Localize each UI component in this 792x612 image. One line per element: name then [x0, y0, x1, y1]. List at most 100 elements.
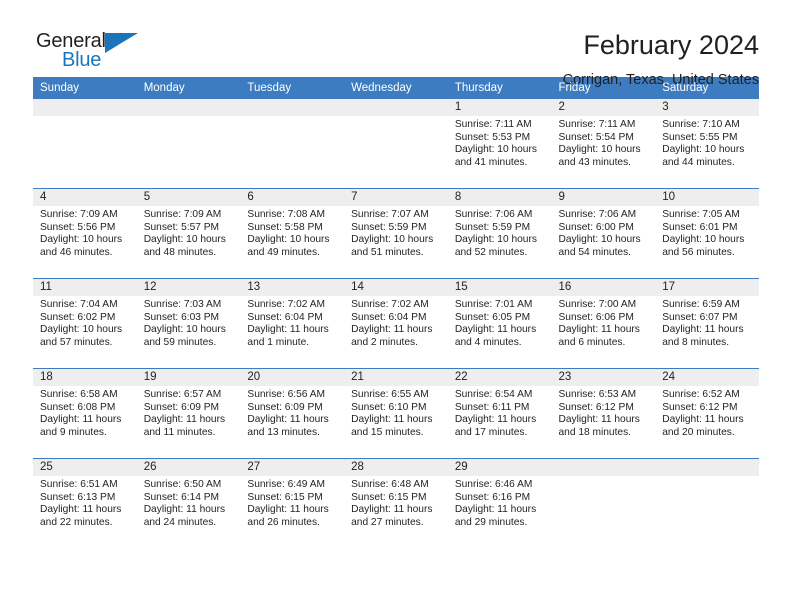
day-details: Sunrise: 7:01 AM Sunset: 6:05 PM Daylight:…	[448, 296, 552, 349]
daylight-text: Daylight: 10 hours and 41 minutes.	[454, 144, 537, 168]
calendar-day-cell[interactable]: 1 Sunrise: 7:11 AM Sunset: 5:53 PM Daylight…	[447, 99, 552, 189]
sunrise-text: Sunrise: 6:56 AM	[247, 389, 325, 400]
daylight-text: Daylight: 11 hours and 2 minutes.	[351, 324, 433, 348]
sunrise-text: Sunrise: 7:06 AM	[454, 209, 533, 220]
calendar-day-cell[interactable]: 25 Sunrise: 6:51 AM Sunset: 6:13 PM Dayligh…	[33, 458, 137, 548]
calendar-day-cell[interactable]: 2 Sunrise: 7:11 AM Sunset: 5:54 PM Daylight…	[551, 99, 656, 189]
calendar-day-cell[interactable]: 28 Sunrise: 6:48 AM Sunset: 6:15 PM Dayligh…	[344, 458, 448, 548]
calendar-day-cell[interactable]: 14 Sunrise: 7:02 AM Sunset: 6:04 PM Dayligh…	[344, 278, 448, 369]
sunrise-text: Sunrise: 7:09 AM	[40, 209, 118, 220]
calendar-day-cell[interactable]: 13 Sunrise: 7:02 AM Sunset: 6:04 PM Dayligh…	[240, 278, 345, 369]
title-block: February 2024 Corrigan, Texas, United St…	[141, 30, 759, 90]
day-details: Sunrise: 7:09 AM Sunset: 5:57 PM Daylight:…	[137, 206, 241, 259]
day-cell-inner: 1 Sunrise: 7:11 AM Sunset: 5:53 PM Daylight…	[447, 99, 552, 187]
calendar-day-cell[interactable]: 15 Sunrise: 7:01 AM Sunset: 6:05 PM Dayligh…	[447, 278, 552, 369]
calendar-day-cell[interactable]: 9 Sunrise: 7:06 AM Sunset: 6:00 PM Daylight…	[551, 188, 656, 279]
calendar-day-cell[interactable]: 6 Sunrise: 7:08 AM Sunset: 5:58 PM Daylight…	[240, 188, 345, 279]
day-number: 2	[551, 99, 656, 116]
sunrise-text: Sunrise: 7:06 AM	[558, 209, 637, 220]
daylight-text: Daylight: 11 hours and 8 minutes.	[662, 324, 744, 348]
sunrise-text: Sunrise: 7:02 AM	[351, 299, 429, 310]
day-details: Sunrise: 6:53 AM Sunset: 6:12 PM Daylight:…	[552, 386, 656, 439]
day-number: 14	[344, 279, 448, 296]
day-cell-inner: 16 Sunrise: 7:00 AM Sunset: 6:06 PM Dayligh…	[551, 279, 656, 367]
daylight-text: Daylight: 10 hours and 49 minutes.	[247, 234, 330, 258]
day-number: 3	[655, 99, 759, 116]
daylight-text: Daylight: 11 hours and 17 minutes.	[454, 414, 537, 438]
sunrise-text: Sunrise: 6:58 AM	[40, 389, 118, 400]
calendar-day-cell[interactable]: 17 Sunrise: 6:59 AM Sunset: 6:07 PM Dayligh…	[655, 278, 759, 369]
weekday-header-sunday: Sunday	[33, 77, 137, 99]
sunrise-text: Sunrise: 7:11 AM	[558, 119, 636, 130]
calendar-day-cell[interactable]: 22 Sunrise: 6:54 AM Sunset: 6:11 PM Dayligh…	[447, 368, 552, 459]
calendar-day-cell[interactable]: 23 Sunrise: 6:53 AM Sunset: 6:12 PM Dayligh…	[551, 368, 656, 459]
calendar-day-cell[interactable]: 26 Sunrise: 6:50 AM Sunset: 6:14 PM Dayligh…	[136, 458, 241, 548]
calendar-day-cell[interactable]: 29 Sunrise: 6:46 AM Sunset: 6:16 PM Dayligh…	[447, 458, 552, 548]
day-cell-inner: 27 Sunrise: 6:49 AM Sunset: 6:15 PM Dayligh…	[240, 459, 345, 547]
calendar-day-cell[interactable]: 16 Sunrise: 7:00 AM Sunset: 6:06 PM Dayligh…	[551, 278, 656, 369]
day-cell-inner: 22 Sunrise: 6:54 AM Sunset: 6:11 PM Dayligh…	[447, 369, 552, 457]
sunset-text: Sunset: 6:06 PM	[558, 311, 634, 323]
logo-word-blue: Blue	[62, 49, 102, 71]
day-number	[551, 459, 656, 476]
day-number: 26	[136, 459, 241, 476]
sunset-text: Sunset: 5:54 PM	[558, 131, 634, 143]
sunrise-text: Sunrise: 6:52 AM	[662, 389, 740, 400]
daylight-text: Daylight: 11 hours and 26 minutes.	[247, 504, 329, 528]
sunset-text: Sunset: 6:07 PM	[662, 311, 738, 323]
daylight-text: Daylight: 11 hours and 29 minutes.	[454, 504, 537, 528]
calendar-week-row: 4 Sunrise: 7:09 AM Sunset: 5:56 PM Daylight…	[33, 188, 759, 279]
day-cell-inner: 26 Sunrise: 6:50 AM Sunset: 6:14 PM Dayligh…	[136, 459, 241, 547]
calendar-cell-empty	[655, 458, 759, 548]
daylight-text: Daylight: 11 hours and 6 minutes.	[558, 324, 640, 348]
calendar-day-cell[interactable]: 3 Sunrise: 7:10 AM Sunset: 5:55 PM Daylight…	[655, 99, 759, 189]
sunset-text: Sunset: 6:09 PM	[247, 401, 323, 413]
calendar-day-cell[interactable]: 18 Sunrise: 6:58 AM Sunset: 6:08 PM Dayligh…	[33, 368, 137, 459]
daylight-text: Daylight: 11 hours and 11 minutes.	[143, 414, 226, 438]
sunset-text: Sunset: 6:15 PM	[351, 491, 427, 503]
day-cell-inner: 11 Sunrise: 7:04 AM Sunset: 6:02 PM Dayligh…	[33, 279, 137, 367]
sunset-text: Sunset: 6:08 PM	[40, 401, 116, 413]
sunset-text: Sunset: 5:59 PM	[351, 221, 427, 233]
sunrise-text: Sunrise: 6:49 AM	[247, 479, 325, 490]
sunrise-text: Sunrise: 7:05 AM	[662, 209, 740, 220]
calendar-day-cell[interactable]: 19 Sunrise: 6:57 AM Sunset: 6:09 PM Dayligh…	[136, 368, 241, 459]
calendar-day-cell[interactable]: 8 Sunrise: 7:06 AM Sunset: 5:59 PM Daylight…	[447, 188, 552, 279]
calendar-day-cell[interactable]: 10 Sunrise: 7:05 AM Sunset: 6:01 PM Dayligh…	[655, 188, 759, 279]
day-cell-inner: 10 Sunrise: 7:05 AM Sunset: 6:01 PM Dayligh…	[655, 189, 759, 277]
calendar-day-cell[interactable]: 20 Sunrise: 6:56 AM Sunset: 6:09 PM Dayligh…	[240, 368, 345, 459]
sunset-text: Sunset: 6:14 PM	[143, 491, 220, 503]
day-cell-inner: 20 Sunrise: 6:56 AM Sunset: 6:09 PM Dayligh…	[240, 369, 345, 457]
day-details: Sunrise: 6:55 AM Sunset: 6:10 PM Daylight:…	[344, 386, 448, 439]
calendar-cell-empty	[33, 99, 137, 189]
day-number: 13	[240, 279, 345, 296]
sunset-text: Sunset: 6:01 PM	[662, 221, 738, 233]
daylight-text: Daylight: 10 hours and 54 minutes.	[558, 234, 641, 258]
calendar-day-cell[interactable]: 4 Sunrise: 7:09 AM Sunset: 5:56 PM Daylight…	[33, 188, 137, 279]
day-details: Sunrise: 7:02 AM Sunset: 6:04 PM Daylight:…	[344, 296, 448, 349]
calendar-day-cell[interactable]: 12 Sunrise: 7:03 AM Sunset: 6:03 PM Dayligh…	[136, 278, 241, 369]
day-number: 22	[447, 369, 552, 386]
sunset-text: Sunset: 6:13 PM	[40, 491, 116, 503]
daylight-text: Daylight: 10 hours and 46 minutes.	[40, 234, 123, 258]
day-number: 16	[551, 279, 656, 296]
day-number: 25	[33, 459, 137, 476]
calendar-day-cell[interactable]: 7 Sunrise: 7:07 AM Sunset: 5:59 PM Daylight…	[344, 188, 448, 279]
calendar-day-cell[interactable]: 5 Sunrise: 7:09 AM Sunset: 5:57 PM Daylight…	[136, 188, 241, 279]
day-details: Sunrise: 7:04 AM Sunset: 6:02 PM Daylight:…	[33, 296, 137, 349]
calendar-day-cell[interactable]: 21 Sunrise: 6:55 AM Sunset: 6:10 PM Dayligh…	[344, 368, 448, 459]
daylight-text: Daylight: 10 hours and 57 minutes.	[40, 324, 123, 348]
day-details: Sunrise: 6:50 AM Sunset: 6:14 PM Daylight:…	[137, 476, 241, 529]
day-number	[344, 99, 448, 116]
day-details: Sunrise: 6:59 AM Sunset: 6:07 PM Daylight:…	[655, 296, 759, 349]
calendar-day-cell[interactable]: 11 Sunrise: 7:04 AM Sunset: 6:02 PM Dayligh…	[33, 278, 137, 369]
sunrise-text: Sunrise: 6:54 AM	[454, 389, 533, 400]
day-details: Sunrise: 6:52 AM Sunset: 6:12 PM Daylight:…	[655, 386, 759, 439]
day-number: 6	[240, 189, 345, 206]
calendar-day-cell[interactable]: 24 Sunrise: 6:52 AM Sunset: 6:12 PM Dayligh…	[655, 368, 759, 459]
day-number	[655, 459, 759, 476]
day-number: 29	[447, 459, 552, 476]
sunset-text: Sunset: 6:00 PM	[558, 221, 634, 233]
calendar-day-cell[interactable]: 27 Sunrise: 6:49 AM Sunset: 6:15 PM Dayligh…	[240, 458, 345, 548]
day-number: 20	[240, 369, 345, 386]
